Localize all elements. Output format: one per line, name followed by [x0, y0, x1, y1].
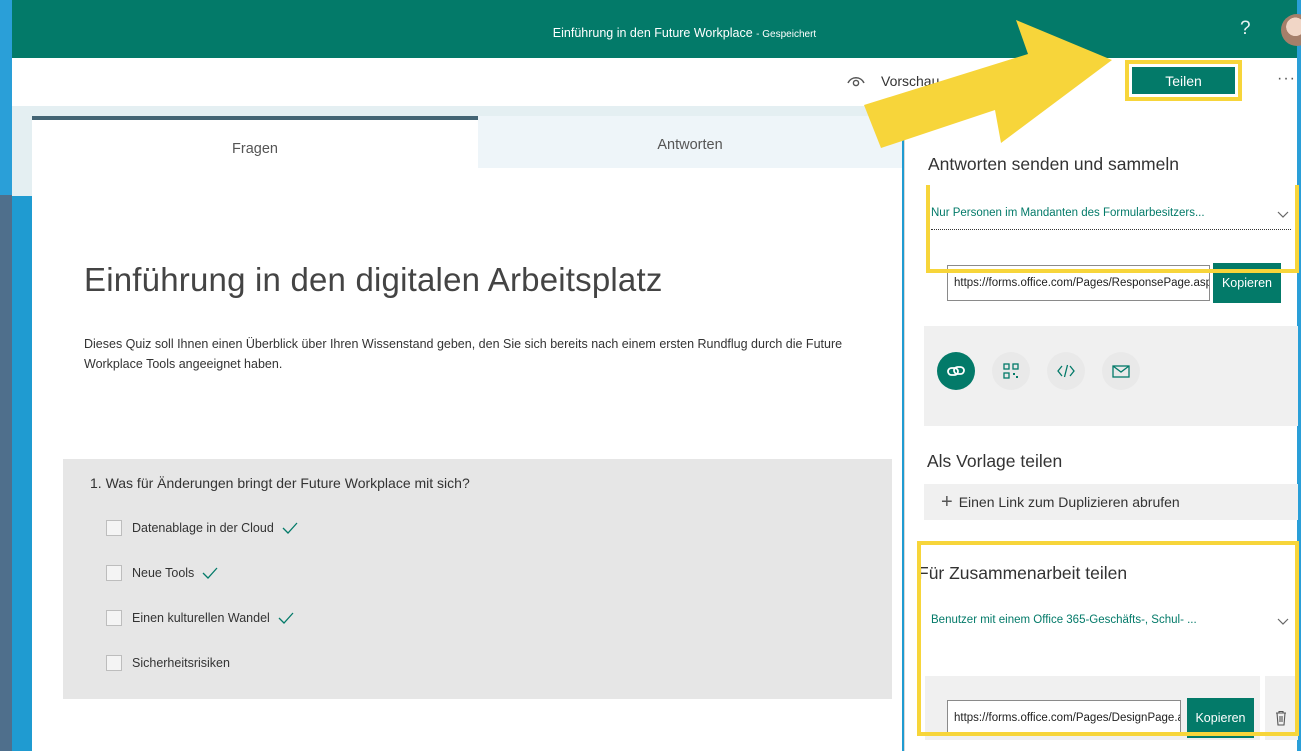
delete-area [1265, 676, 1298, 740]
collab-url-field[interactable]: https://forms.office.com/Pages/DesignPag… [947, 700, 1181, 736]
tab-antworten[interactable]: Antworten [478, 116, 902, 168]
answer-option[interactable]: Einen kulturellen Wandel [106, 610, 294, 630]
question-title: 1. Was für Änderungen bringt der Future … [90, 475, 470, 491]
tab-fragen[interactable]: Fragen [32, 116, 478, 168]
answer-option[interactable]: Neue Tools [106, 565, 218, 585]
window-frame-left-shade [0, 195, 12, 751]
help-icon[interactable]: ? [1240, 18, 1251, 40]
eye-icon[interactable] [847, 75, 865, 89]
form-canvas: Fragen Antworten Einführung in den digit… [32, 116, 902, 751]
question-card[interactable]: 1. Was für Änderungen bringt der Future … [63, 459, 892, 699]
option-label: Einen kulturellen Wandel [132, 611, 270, 625]
collab-audience-dropdown[interactable]: Benutzer mit einem Office 365-Geschäfts-… [931, 614, 1267, 626]
form-description[interactable]: Dieses Quiz soll Ihnen einen Überblick ü… [84, 334, 874, 374]
form-title[interactable]: Einführung in den digitalen Arbeitsplatz [84, 261, 663, 299]
answer-option[interactable]: Datenablage in der Cloud [106, 520, 298, 540]
template-heading: Als Vorlage teilen [927, 451, 1063, 471]
dropdown-underline [931, 229, 1291, 230]
preview-button-label[interactable]: Vorschau [881, 73, 939, 89]
plus-icon: + [941, 491, 953, 514]
checkbox[interactable] [106, 655, 122, 671]
collect-url-field[interactable]: https://forms.office.com/Pages/ResponseP… [947, 265, 1210, 301]
more-options-icon[interactable]: ··· [1277, 70, 1296, 88]
command-bar: Vorschau Teilen ··· [12, 58, 1297, 106]
chevron-down-icon[interactable] [1277, 618, 1289, 626]
checkbox[interactable] [106, 520, 122, 536]
link-icon[interactable] [937, 352, 975, 390]
answer-option[interactable]: Sicherheitsrisiken [106, 655, 230, 675]
embed-icon[interactable] [1047, 352, 1085, 390]
share-button[interactable]: Teilen [1125, 60, 1242, 101]
save-status: - Gespeichert [756, 29, 817, 40]
duplicate-link-label: Einen Link zum Duplizieren abrufen [958, 494, 1180, 510]
trash-icon[interactable] [1274, 710, 1288, 726]
document-title: Einführung in den Future Workplace - Ges… [12, 0, 1297, 58]
correct-check-icon [202, 567, 218, 579]
correct-check-icon [278, 612, 294, 624]
title-bar: Einführung in den Future Workplace - Ges… [12, 0, 1301, 58]
checkbox[interactable] [106, 565, 122, 581]
form-name: Einführung in den Future Workplace [552, 26, 753, 40]
option-label: Neue Tools [132, 566, 195, 580]
share-panel: Antworten senden und sammeln Nur Persone… [904, 106, 1298, 751]
share-button-label: Teilen [1132, 67, 1235, 94]
collab-heading: Für Zusammenarbeit teilen [918, 563, 1128, 583]
chevron-down-icon[interactable] [1277, 211, 1289, 219]
collect-audience-dropdown[interactable]: Nur Personen im Mandanten des Formularbe… [931, 207, 1253, 219]
collect-heading: Antworten senden und sammeln [928, 154, 1179, 174]
option-label: Sicherheitsrisiken [132, 656, 230, 670]
correct-check-icon [282, 522, 298, 534]
option-label: Datenablage in der Cloud [132, 521, 274, 535]
qr-code-icon[interactable] [992, 352, 1030, 390]
collab-copy-button[interactable]: Kopieren [1187, 698, 1254, 738]
duplicate-link-button[interactable]: + Einen Link zum Duplizieren abrufen [924, 484, 1298, 520]
checkbox[interactable] [106, 610, 122, 626]
email-icon[interactable] [1102, 352, 1140, 390]
copy-button[interactable]: Kopieren [1213, 263, 1281, 303]
